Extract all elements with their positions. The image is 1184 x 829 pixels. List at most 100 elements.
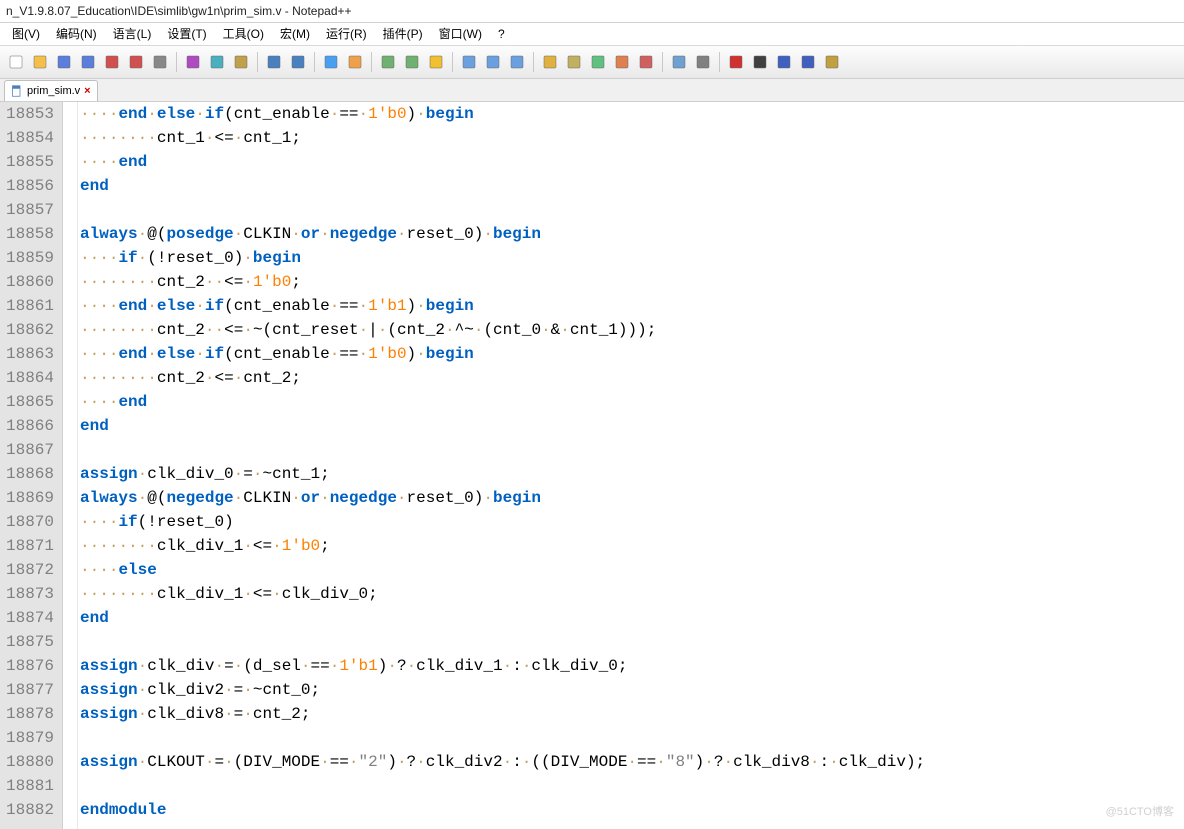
menubar: 图(V)编码(N)语言(L)设置(T)工具(O)宏(M)运行(R)插件(P)窗口… <box>0 23 1184 46</box>
zoom-in-button[interactable] <box>377 51 399 73</box>
code-line[interactable]: end <box>80 414 1184 438</box>
record-macro-button[interactable] <box>725 51 747 73</box>
code-line[interactable]: ········cnt_2··<=·1'b0; <box>80 270 1184 294</box>
menu-item[interactable]: 运行(R) <box>318 23 375 45</box>
code-line[interactable] <box>80 198 1184 222</box>
code-line[interactable]: ········cnt_1·<=·cnt_1; <box>80 126 1184 150</box>
code-line[interactable]: endmodule <box>80 798 1184 822</box>
close-file-button[interactable] <box>101 51 123 73</box>
paste-button[interactable] <box>230 51 252 73</box>
play-macro-button[interactable] <box>773 51 795 73</box>
code-line[interactable]: end <box>80 174 1184 198</box>
menu-item[interactable]: 窗口(W) <box>431 23 490 45</box>
code-line[interactable]: ····if·(!reset_0)·begin <box>80 246 1184 270</box>
cut-button[interactable] <box>182 51 204 73</box>
line-number: 18879 <box>6 726 54 750</box>
fold-margin[interactable] <box>63 102 78 829</box>
code-line[interactable]: ········cnt_2·<=·cnt_2; <box>80 366 1184 390</box>
menu-item[interactable]: 语言(L) <box>105 23 160 45</box>
fold-level-button[interactable] <box>563 51 585 73</box>
menu-item[interactable]: 编码(N) <box>48 23 105 45</box>
word-wrap-button[interactable] <box>458 51 480 73</box>
line-number: 18854 <box>6 126 54 150</box>
indent-guides-icon <box>509 54 525 70</box>
close-icon[interactable]: × <box>84 81 90 101</box>
play-multi-icon <box>800 54 816 70</box>
doc-map-button[interactable] <box>587 51 609 73</box>
tab-prim-sim[interactable]: prim_sim.v × <box>4 80 98 101</box>
func-list-button[interactable] <box>611 51 633 73</box>
line-number: 18863 <box>6 342 54 366</box>
code-line[interactable] <box>80 630 1184 654</box>
toolbar-separator <box>314 52 315 72</box>
code-line[interactable]: ····end·else·if(cnt_enable·==·1'b0)·begi… <box>80 342 1184 366</box>
code-line[interactable]: assign·clk_div_0·=·~cnt_1; <box>80 462 1184 486</box>
undo-icon <box>266 54 282 70</box>
menu-item[interactable]: 插件(P) <box>375 23 431 45</box>
close-all-button[interactable] <box>125 51 147 73</box>
toolbar-separator <box>662 52 663 72</box>
open-file-button[interactable] <box>29 51 51 73</box>
file-icon <box>11 85 23 97</box>
print-button[interactable] <box>149 51 171 73</box>
undo-button[interactable] <box>263 51 285 73</box>
stop-macro-icon <box>752 54 768 70</box>
save-all-button[interactable] <box>77 51 99 73</box>
word-wrap-icon <box>461 54 477 70</box>
menu-item[interactable]: 工具(O) <box>215 23 272 45</box>
sync-button[interactable] <box>425 51 447 73</box>
lang-udf-button[interactable] <box>539 51 561 73</box>
code-line[interactable]: ········cnt_2··<=·~(cnt_reset·|·(cnt_2·^… <box>80 318 1184 342</box>
code-line[interactable]: ········clk_div_1·<=·clk_div_0; <box>80 582 1184 606</box>
save-macro-button[interactable] <box>821 51 843 73</box>
code-line[interactable]: assign·clk_div8·=·cnt_2; <box>80 702 1184 726</box>
code-line[interactable]: ····end <box>80 390 1184 414</box>
new-file-icon <box>8 54 24 70</box>
menu-item[interactable]: 设置(T) <box>159 23 214 45</box>
line-number: 18881 <box>6 774 54 798</box>
code-line[interactable]: assign·CLKOUT·=·(DIV_MODE·==·"2")·?·clk_… <box>80 750 1184 774</box>
line-number: 18882 <box>6 798 54 822</box>
code-line[interactable]: end <box>80 606 1184 630</box>
code-line[interactable]: ········clk_div_1·<=·1'b0; <box>80 534 1184 558</box>
zoom-out-button[interactable] <box>401 51 423 73</box>
show-symbol-button[interactable] <box>692 51 714 73</box>
code-line[interactable]: assign·clk_div·=·(d_sel·==·1'b1)·?·clk_d… <box>80 654 1184 678</box>
code-line[interactable]: ····if(!reset_0) <box>80 510 1184 534</box>
line-number: 18869 <box>6 486 54 510</box>
code-line[interactable]: always·@(posedge·CLKIN·or·negedge·reset_… <box>80 222 1184 246</box>
find-icon <box>323 54 339 70</box>
redo-button[interactable] <box>287 51 309 73</box>
code-area[interactable]: ····end·else·if(cnt_enable·==·1'b0)·begi… <box>78 102 1184 829</box>
code-line[interactable]: always·@(negedge·CLKIN·or·negedge·reset_… <box>80 486 1184 510</box>
new-file-button[interactable] <box>5 51 27 73</box>
menu-item[interactable]: 宏(M) <box>272 23 318 45</box>
folder-tree-button[interactable] <box>635 51 657 73</box>
code-line[interactable]: ····end <box>80 150 1184 174</box>
replace-icon <box>347 54 363 70</box>
code-line[interactable]: ····else <box>80 558 1184 582</box>
save-file-button[interactable] <box>53 51 75 73</box>
stop-macro-button[interactable] <box>749 51 771 73</box>
code-line[interactable]: assign·clk_div2·=·~cnt_0; <box>80 678 1184 702</box>
code-line[interactable] <box>80 774 1184 798</box>
line-number: 18856 <box>6 174 54 198</box>
line-number: 18861 <box>6 294 54 318</box>
code-line[interactable] <box>80 438 1184 462</box>
editor[interactable]: 1885318854188551885618857188581885918860… <box>0 102 1184 829</box>
code-line[interactable] <box>80 726 1184 750</box>
menu-item[interactable]: ? <box>490 23 513 45</box>
code-line[interactable]: ····end·else·if(cnt_enable·==·1'b0)·begi… <box>80 102 1184 126</box>
indent-guides-button[interactable] <box>506 51 528 73</box>
show-all-chars-button[interactable] <box>482 51 504 73</box>
copy-icon <box>209 54 225 70</box>
code-line[interactable]: ····end·else·if(cnt_enable·==·1'b1)·begi… <box>80 294 1184 318</box>
monitor-button[interactable] <box>668 51 690 73</box>
line-number: 18858 <box>6 222 54 246</box>
replace-button[interactable] <box>344 51 366 73</box>
play-multi-button[interactable] <box>797 51 819 73</box>
copy-button[interactable] <box>206 51 228 73</box>
toolbar-separator <box>176 52 177 72</box>
find-button[interactable] <box>320 51 342 73</box>
menu-item[interactable]: 图(V) <box>4 23 48 45</box>
